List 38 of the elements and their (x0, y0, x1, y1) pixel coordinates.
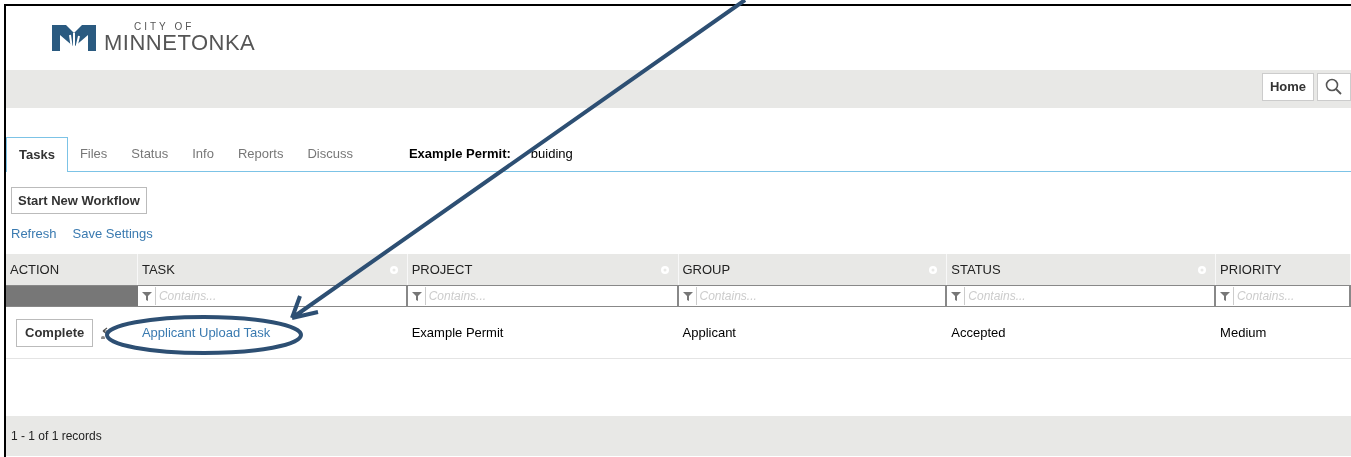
column-header[interactable]: PROJECT (407, 254, 679, 285)
logo-title: MINNETONKA (104, 32, 256, 54)
column-header[interactable]: ACTION (6, 254, 138, 285)
complete-button[interactable]: Complete (16, 318, 94, 347)
column-header[interactable]: GROUP (678, 254, 948, 285)
tab[interactable]: Files (67, 136, 120, 171)
toolbar-link[interactable]: Refresh (11, 224, 57, 244)
filter-icon (682, 291, 693, 301)
tab[interactable]: Reports (225, 136, 296, 171)
settings-icon[interactable] (659, 264, 670, 275)
tab[interactable]: Discuss (295, 136, 365, 171)
settings-icon[interactable] (388, 264, 399, 275)
tab[interactable]: Tasks (6, 137, 68, 172)
settings-icon[interactable] (928, 264, 939, 275)
settings-icon[interactable] (1197, 264, 1208, 275)
logo-subtitle: CITY OF (133, 22, 196, 32)
record-label: Example Permit: (408, 144, 511, 163)
filter-icon (951, 291, 962, 301)
tab[interactable]: Info (180, 136, 226, 171)
record-value: buiding (530, 144, 573, 163)
column-header[interactable]: STATUS (947, 254, 1217, 285)
home-button[interactable]: Home (1261, 73, 1314, 101)
search-button[interactable] (1317, 73, 1351, 101)
table-cell: Applicant (682, 324, 736, 340)
table-cell: Accepted (951, 324, 1006, 340)
column-header[interactable]: PRIORITY (1216, 254, 1351, 285)
table-cell: Medium (1220, 324, 1267, 340)
toolbar-link[interactable]: Save Settings (72, 224, 153, 244)
table-cell: Example Permit (411, 324, 504, 340)
search-icon (1325, 78, 1343, 96)
column-header[interactable]: TASK (137, 254, 408, 285)
start-workflow-button[interactable]: Start New Workflow (11, 187, 147, 214)
filter-icon (1220, 291, 1231, 301)
filter-icon (411, 291, 422, 301)
filter-icon (141, 291, 152, 301)
logo-icon (50, 23, 98, 53)
tab[interactable]: Status (119, 136, 181, 171)
record-count: 1 - 1 of 1 records (11, 428, 102, 445)
